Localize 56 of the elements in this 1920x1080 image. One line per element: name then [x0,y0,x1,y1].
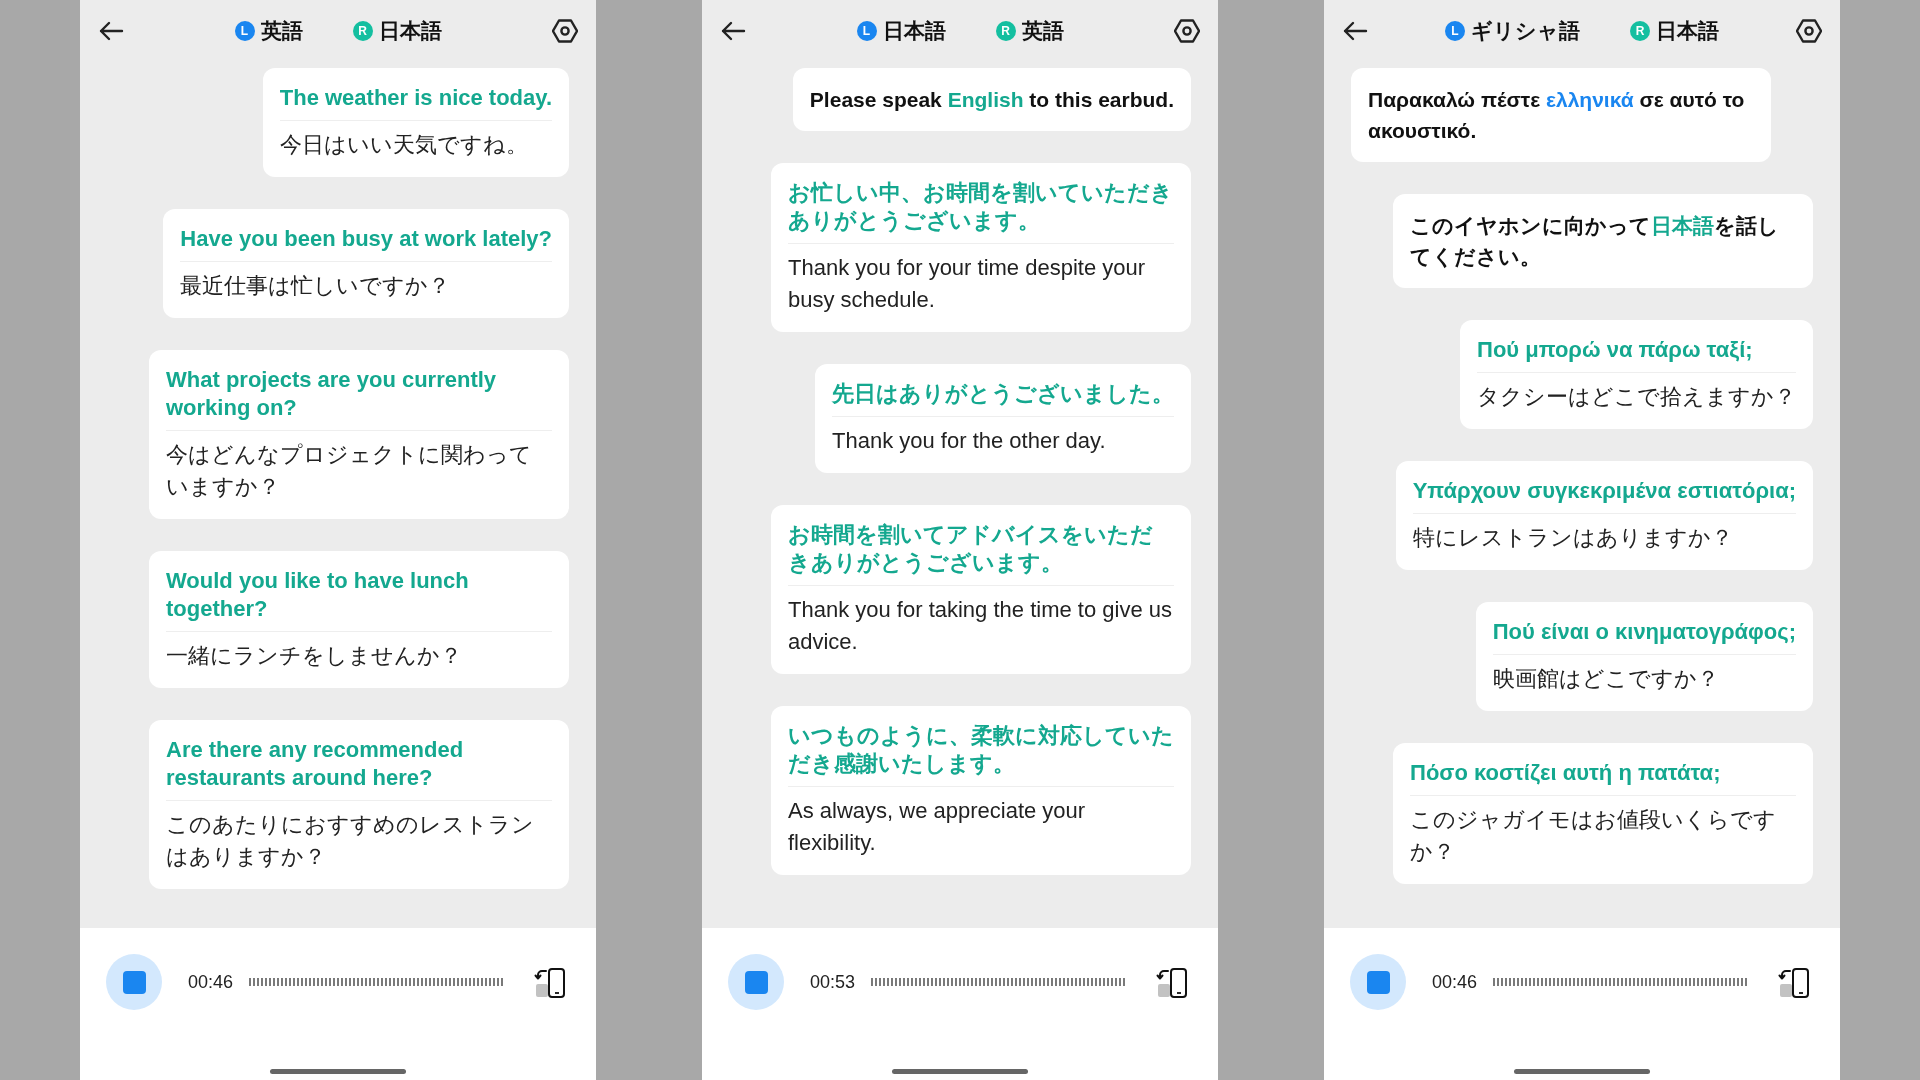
right-language[interactable]: 日本語 [378,15,442,47]
stop-button[interactable] [728,954,784,1010]
right-language[interactable]: 英語 [1021,15,1064,47]
translation-text: As always, we appreciate your flexibility. [788,797,1087,857]
translation-text: Thank you for your time despite your busy schedule. [788,254,1147,314]
translation-text: 特にレストランはありますか？ [1412,524,1734,552]
settings-icon[interactable] [552,18,578,44]
elapsed-time: 00:46 [1432,970,1478,994]
prompt-text: このイヤホンに向かって 日本語を話してください。 [1410,213,1780,270]
right-badge: R [995,21,1016,41]
right-language[interactable]: 日本語 [1656,15,1719,47]
prompt-text: Παρακαλώ πέστε ελληνικά σε αυτό το ακουστικό. [1368,87,1746,144]
source-text: お時間を割いてアドバイスをいただきありがとうございます。 [788,521,1174,586]
source-text: Πού μπορώ να πάρω ταξί; [1477,336,1796,373]
stop-icon [744,970,768,994]
stop-button[interactable] [1350,954,1406,1010]
translation-text: 今はどんなプロジェクトに関わっていますか？ [166,441,533,501]
left-language[interactable]: 日本語 [882,15,946,47]
settings-icon[interactable] [1174,18,1200,44]
back-arrow-icon[interactable] [98,20,124,42]
back-arrow-icon[interactable] [720,20,746,42]
back-arrow-icon[interactable] [1342,20,1368,42]
source-text: Πού είναι ο κινηματογράφος; [1492,618,1796,655]
translation-text: Thank you for the other day. [832,427,1107,455]
source-text: Υπάρχουν συγκεκριμένα εστιατόρια; [1412,477,1796,514]
translation-text: 今日はいい天気ですね。 [279,131,529,159]
settings-icon[interactable] [1796,18,1822,44]
source-text: 先日はありがとうございました。 [832,380,1174,417]
left-badge: L [856,21,877,41]
translation-text: このあたりにおすすめのレストランはありますか？ [166,811,535,871]
source-text: The weather is nice today. [279,84,552,121]
source-text: Πόσο κοστίζει αυτή η πατάτα; [1410,759,1796,796]
source-text: Would you like to have lunch together? [166,567,552,632]
source-text: What projects are you currently working on? [166,366,552,431]
stop-button[interactable] [106,954,162,1010]
source-text: お忙しい中、お時間を割いていただきありがとうございます。 [788,179,1174,244]
translation-text: 最近仕事は忙しいですか？ [180,272,452,300]
prompt-text: Please speak English to this earbud. [809,87,1174,113]
source-text: Are there any recommended restaurants around here? [166,736,552,801]
right-badge: R [1630,21,1650,41]
translation-text: 映画館はどこですか？ [1492,665,1720,693]
translation-text: このジャガイモはお値段いくらですか？ [1410,806,1777,866]
right-badge: R [352,21,373,41]
elapsed-time: 00:46 [188,970,234,994]
left-language[interactable]: ギリシャ語 [1471,15,1580,47]
source-text: Have you been busy at work lately? [180,225,552,262]
translation-text: Thank you for taking the time to give us advice. [788,596,1173,656]
left-language[interactable]: 英語 [260,15,303,47]
left-badge: L [1445,21,1465,41]
translation-text: タクシーはどこで拾えますか？ [1477,383,1796,411]
left-badge: L [234,21,255,41]
source-text: いつものように、柔軟に対応していただき感謝いたします。 [788,722,1174,787]
translation-text: 一緒にランチをしませんか？ [166,642,463,670]
stop-icon [122,970,146,994]
stop-icon [1366,970,1390,994]
elapsed-time: 00:53 [810,970,856,994]
